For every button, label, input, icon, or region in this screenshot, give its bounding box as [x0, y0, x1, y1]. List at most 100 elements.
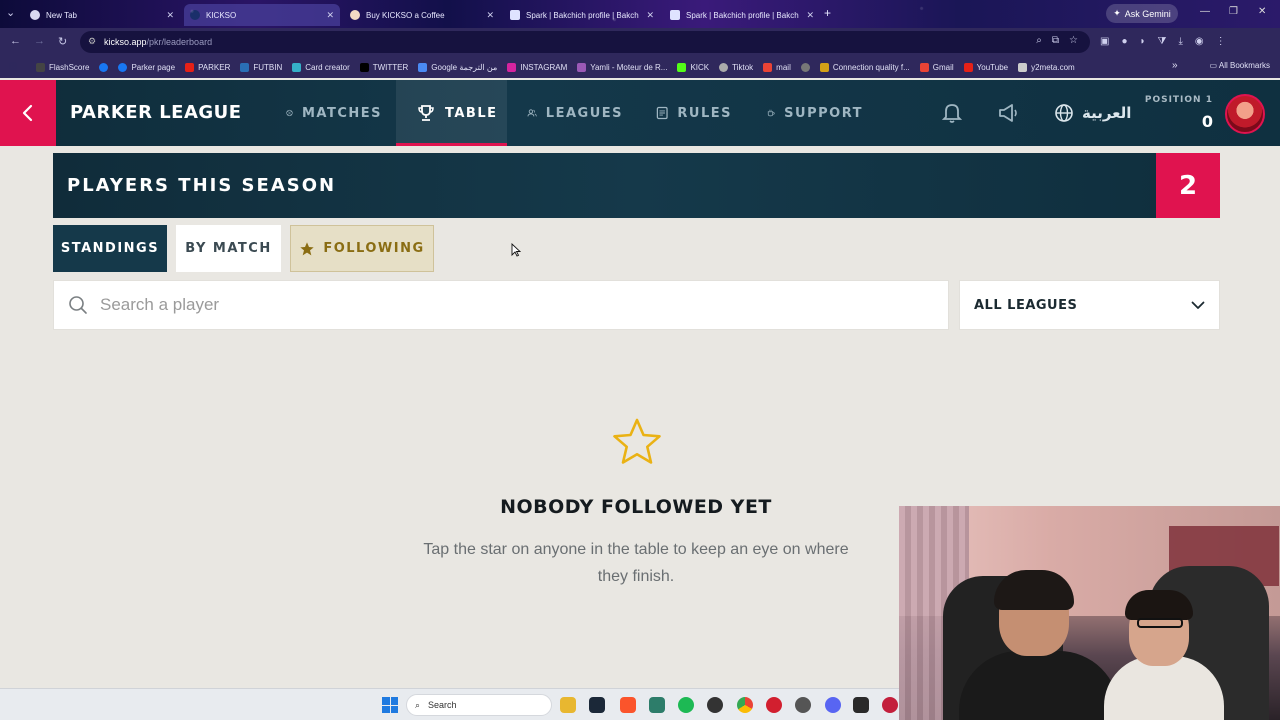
language-switch[interactable]: العربية: [1054, 98, 1131, 128]
steam-icon[interactable]: [589, 697, 605, 713]
browser-tab[interactable]: Spark | Bakchich profile | Bakch ✕: [664, 4, 820, 26]
bookmark-item[interactable]: y2meta.com: [1018, 62, 1075, 72]
close-icon[interactable]: ✕: [806, 10, 814, 21]
windows-start-icon[interactable]: [382, 697, 398, 713]
app-icon[interactable]: [649, 697, 665, 713]
browser-tabstrip: ⌄ New Tab ✕ KICKSO ✕ Buy KICKSO a Coffee…: [0, 0, 1280, 28]
league-filter-dropdown[interactable]: ALL LEAGUES: [959, 280, 1220, 330]
bookmark-item[interactable]: [99, 62, 109, 72]
extension-cookie-icon[interactable]: ●: [1121, 36, 1127, 47]
back-button[interactable]: [0, 80, 56, 146]
bookmark-item[interactable]: Yamli - Moteur de R...: [577, 62, 667, 72]
bell-icon[interactable]: [942, 102, 962, 124]
bookmark-item[interactable]: FUTBIN: [240, 62, 282, 72]
close-icon[interactable]: ✕: [486, 10, 494, 21]
browser-tab-active[interactable]: KICKSO ✕: [184, 4, 340, 26]
tab-by-match[interactable]: BY MATCH: [176, 225, 281, 272]
tab-following[interactable]: FOLLOWING: [290, 225, 434, 272]
megaphone-icon[interactable]: [997, 102, 1019, 124]
nav-table-label: TABLE: [445, 105, 498, 121]
tab-title: KICKSO: [206, 10, 237, 20]
new-tab-plus-icon[interactable]: +: [824, 6, 831, 20]
bookmark-item[interactable]: KICK: [677, 62, 709, 72]
menu-kebab-icon[interactable]: ⋮: [1216, 36, 1226, 47]
discord-icon[interactable]: [825, 697, 841, 713]
file-explorer-icon[interactable]: [560, 697, 576, 713]
app-icon[interactable]: [795, 697, 811, 713]
all-bookmarks-button[interactable]: ▭ All Bookmarks: [1210, 61, 1270, 70]
browser-tab[interactable]: Buy KICKSO a Coffee ✕: [344, 4, 500, 26]
zoom-icon[interactable]: ⌕: [1036, 35, 1042, 46]
glasses: [1137, 618, 1183, 628]
trophy-icon: [418, 105, 434, 121]
bookmarks-overflow-icon[interactable]: »: [1172, 60, 1178, 71]
download-icon[interactable]: ⤓: [1178, 36, 1182, 47]
bookmark-label: YouTube: [976, 62, 1009, 72]
bookmark-item[interactable]: Parker page: [118, 62, 176, 72]
taskbar-search[interactable]: ⌕ Search: [406, 694, 552, 716]
back-arrow-icon[interactable]: ←: [10, 35, 21, 47]
position-label: POSITION 1: [1144, 95, 1213, 105]
brave-icon[interactable]: [620, 697, 636, 713]
streamer-body: [959, 651, 1119, 720]
league-brand[interactable]: PARKER LEAGUE: [70, 102, 242, 123]
install-app-icon[interactable]: ⧉: [1052, 35, 1059, 46]
extensions-puzzle-icon[interactable]: ⧩: [1158, 36, 1167, 47]
gmail-icon: [919, 62, 929, 72]
profile-icon[interactable]: ◉: [1195, 36, 1204, 47]
nav-leagues[interactable]: LEAGUES: [527, 80, 623, 146]
spotify-icon[interactable]: [678, 697, 694, 713]
bookmark-item[interactable]: mail: [763, 62, 791, 72]
browser-tab[interactable]: New Tab ✕: [24, 4, 180, 26]
bookmark-label: Parker page: [131, 62, 176, 72]
address-bar[interactable]: ⚙ kickso.app /pkr/leaderboard ⌕ ⧉ ☆: [80, 31, 1090, 53]
search-input[interactable]: [100, 295, 948, 315]
url-domain: kickso.app: [104, 37, 147, 47]
search-icon: ⌕: [415, 699, 421, 710]
avatar[interactable]: [1225, 94, 1265, 134]
reload-icon[interactable]: ↻: [58, 35, 67, 48]
maximize-icon[interactable]: ❐: [1229, 6, 1238, 17]
close-icon[interactable]: ✕: [166, 10, 174, 21]
site-info-icon[interactable]: ⚙: [88, 36, 96, 47]
nav-support[interactable]: SUPPORT: [767, 80, 863, 146]
forward-arrow-icon[interactable]: →: [34, 35, 45, 47]
youtube-icon: [185, 62, 195, 72]
extension-icon[interactable]: ▣: [1100, 36, 1109, 47]
app-icon[interactable]: [882, 697, 898, 713]
bookmark-item[interactable]: Google من الترجمة: [418, 62, 497, 72]
bookmark-item[interactable]: YouTube: [963, 62, 1009, 72]
nav-table[interactable]: TABLE: [396, 80, 507, 146]
bookmark-item[interactable]: PARKER: [185, 62, 230, 72]
document-icon: [656, 106, 668, 120]
bookmark-label: Gmail: [932, 62, 954, 72]
close-icon[interactable]: ✕: [646, 10, 654, 21]
nav-matches[interactable]: MATCHES: [286, 80, 382, 146]
bookmark-item[interactable]: Tiktok: [719, 62, 753, 72]
close-icon[interactable]: ✕: [326, 10, 334, 21]
bookmark-item[interactable]: TWITTER: [359, 62, 408, 72]
bookmark-item[interactable]: Gmail: [919, 62, 954, 72]
tab-standings[interactable]: STANDINGS: [53, 225, 167, 272]
chrome-icon[interactable]: [737, 697, 753, 713]
bookmark-item[interactable]: [800, 62, 810, 72]
google-translate-icon: [418, 62, 428, 72]
speedometer-icon[interactable]: [707, 697, 723, 713]
ask-gemini-button[interactable]: ✦ Ask Gemini: [1106, 4, 1178, 23]
nav-rules[interactable]: RULES: [656, 80, 732, 146]
terminal-icon[interactable]: [853, 697, 869, 713]
bookmark-star-icon[interactable]: ☆: [1069, 35, 1078, 46]
tab-title: New Tab: [46, 10, 77, 20]
star-outline-icon: [613, 418, 661, 464]
window-close-icon[interactable]: ✕: [1258, 6, 1266, 17]
extension-wave-icon[interactable]: ◗: [1140, 36, 1146, 47]
bookmark-item[interactable]: INSTAGRAM: [507, 62, 567, 72]
browser-tab[interactable]: Spark | Bakchich profile | Bakch ✕: [504, 4, 660, 26]
bookmark-item[interactable]: Card creator: [292, 62, 350, 72]
bookmark-item[interactable]: FlashScore: [36, 62, 89, 72]
opera-icon[interactable]: [766, 697, 782, 713]
bookmark-item[interactable]: Connection quality f...: [819, 62, 910, 72]
minimize-icon[interactable]: —: [1200, 6, 1210, 17]
connection-quality-icon: [819, 62, 829, 72]
tab-search-chevron-icon[interactable]: ⌄: [6, 6, 15, 19]
